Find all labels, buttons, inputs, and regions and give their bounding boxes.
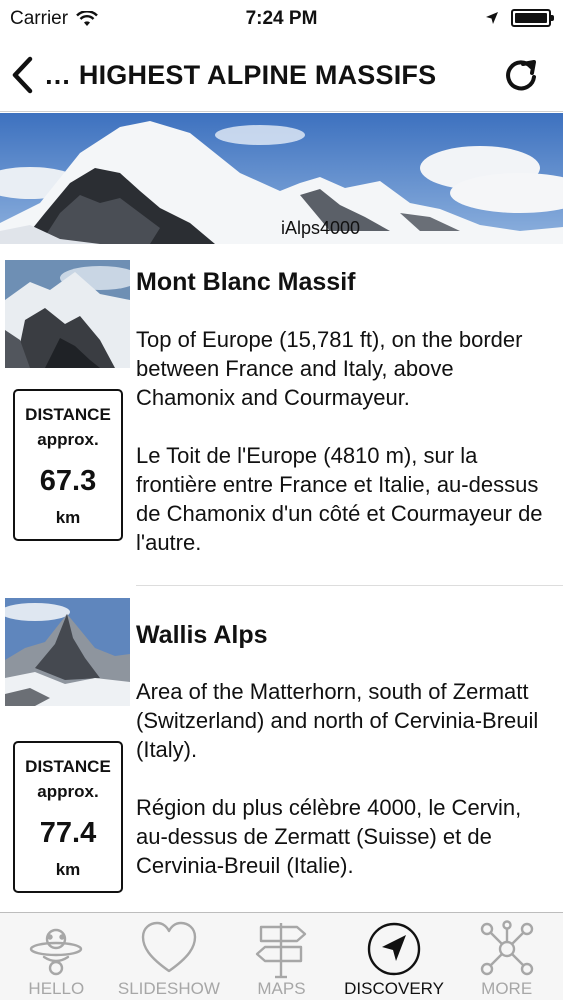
tab-hello[interactable]: HELLO — [0, 913, 113, 1000]
compass-arrow-icon — [367, 922, 421, 976]
tab-label: SLIDESHOW — [117, 979, 220, 998]
status-bar: Carrier 7:24 PM — [0, 0, 563, 38]
battery-icon — [511, 9, 554, 27]
tab-discovery[interactable]: DISCOVERY — [338, 913, 451, 1000]
network-icon — [480, 920, 533, 976]
tab-label: DISCOVERY — [344, 979, 444, 998]
distance-unit: km — [55, 860, 81, 879]
massif-list[interactable]: DISTANCE approx. 67.3 km Mont Blanc Mass… — [0, 244, 563, 912]
back-button[interactable]: … HIGHEST ALPINE MASSIFS — [10, 52, 436, 98]
status-time: 7:24 PM — [245, 8, 318, 29]
hello-icon — [30, 928, 83, 976]
distance-value: 67.3 — [39, 465, 97, 497]
tab-slideshow[interactable]: SLIDESHOW — [113, 913, 226, 1000]
header-banner: iAlps4000 — [0, 113, 563, 244]
entry-title: Mont Blanc Massif — [136, 268, 356, 296]
chevron-left-icon — [12, 56, 33, 94]
description-english: Area of the Matterhorn, south of Zermatt… — [136, 679, 539, 762]
tab-bar: HELLO SLIDESHOW MAPS DISCOVERY MORE — [0, 912, 563, 1000]
tab-label: MORE — [481, 979, 533, 998]
description-english: Top of Europe (15,781 ft), on the border… — [136, 327, 523, 410]
description-french: Le Toit de l'Europe (4810 m), sur la fro… — [136, 443, 543, 555]
signpost-icon — [256, 923, 307, 979]
distance-unit: km — [55, 508, 81, 527]
distance-box: DISTANCE approx. 67.3 km — [13, 389, 123, 541]
distance-value: 77.4 — [39, 817, 97, 849]
distance-label: DISTANCE — [25, 405, 111, 424]
refresh-button[interactable] — [501, 55, 541, 95]
distance-box: DISTANCE approx. 77.4 km — [13, 741, 123, 893]
mont-blanc-photo — [5, 260, 130, 368]
tab-label: HELLO — [28, 979, 85, 998]
entry-title: Wallis Alps — [136, 621, 268, 649]
tab-more[interactable]: MORE — [450, 913, 563, 1000]
banner-caption: iAlps4000 — [281, 218, 361, 238]
tab-label: MAPS — [257, 979, 306, 998]
entry-description: Area of the Matterhorn, south of Zermatt… — [136, 677, 556, 880]
page-title: … HIGHEST ALPINE MASSIFS — [44, 59, 437, 90]
distance-label: DISTANCE — [25, 757, 111, 776]
location-arrow-icon — [486, 12, 498, 24]
navigation-bar: … HIGHEST ALPINE MASSIFS — [0, 38, 563, 112]
matterhorn-photo — [5, 598, 130, 706]
description-french: Région du plus célèbre 4000, le Cervin, … — [136, 795, 522, 878]
tab-maps[interactable]: MAPS — [225, 913, 338, 1000]
list-item[interactable]: DISTANCE approx. 77.4 km Wallis Alps Are… — [0, 586, 563, 912]
distance-approx: approx. — [37, 782, 99, 801]
entry-description: Top of Europe (15,781 ft), on the border… — [136, 325, 556, 557]
refresh-icon — [506, 60, 536, 91]
list-item[interactable]: DISTANCE approx. 67.3 km Mont Blanc Mass… — [0, 244, 563, 586]
heart-icon — [141, 921, 197, 973]
status-right — [485, 9, 554, 27]
distance-approx: approx. — [37, 430, 99, 449]
